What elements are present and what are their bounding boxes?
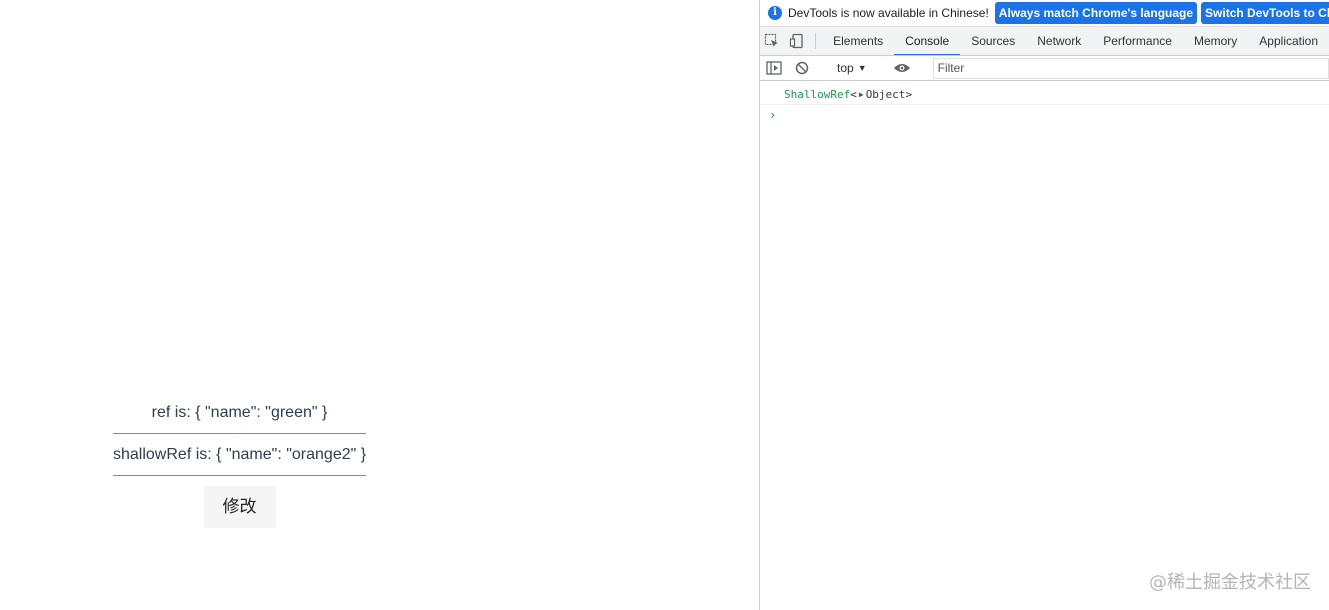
switch-language-button[interactable]: Switch DevTools to Chinese (1201, 2, 1329, 24)
context-selector[interactable]: top ▼ (829, 61, 875, 75)
prompt-chevron-icon: › (769, 108, 777, 122)
watermark: @稀土掘金技术社区 (1149, 572, 1311, 593)
devtools-tabbar: Elements Console Sources Network Perform… (760, 27, 1329, 56)
live-expression-eye-icon[interactable] (888, 56, 916, 81)
console-output: ShallowRef < ▶ Object > › (760, 81, 1329, 125)
tab-application[interactable]: Application (1248, 27, 1329, 55)
edit-button[interactable]: 修改 (203, 486, 276, 528)
log-open-bracket: < (850, 88, 857, 101)
log-object-label: Object (865, 88, 906, 101)
show-sidebar-icon[interactable] (760, 56, 788, 81)
tab-network[interactable]: Network (1026, 27, 1092, 55)
tab-performance[interactable]: Performance (1092, 27, 1183, 55)
dropdown-arrow-icon: ▼ (857, 63, 867, 73)
expand-triangle-icon[interactable]: ▶ (859, 90, 864, 99)
tab-console[interactable]: Console (894, 27, 961, 55)
devtools-panel: i DevTools is now available in Chinese! … (759, 0, 1329, 610)
log-close-bracket: > (905, 88, 913, 101)
info-icon: i (768, 6, 782, 20)
device-toolbar-icon[interactable] (785, 27, 810, 55)
tab-memory[interactable]: Memory (1183, 27, 1248, 55)
clear-console-icon[interactable] (788, 56, 816, 81)
ref-display: ref is: { "name": "green" } (113, 392, 366, 434)
inspect-element-icon[interactable] (760, 27, 785, 55)
context-label: top (837, 61, 854, 75)
tab-elements[interactable]: Elements (822, 27, 894, 55)
app-content: ref is: { "name": "green" } shallowRef i… (113, 392, 366, 528)
always-match-language-button[interactable]: Always match Chrome's language (994, 2, 1198, 24)
infobar-message: DevTools is now available in Chinese! (788, 6, 989, 20)
console-toolbar: top ▼ (760, 56, 1329, 81)
app-page: ref is: { "name": "green" } shallowRef i… (0, 0, 759, 610)
console-log-entry[interactable]: ShallowRef < ▶ Object > (760, 85, 1329, 105)
shallowref-display: shallowRef is: { "name": "orange2" } (113, 434, 366, 476)
language-infobar: i DevTools is now available in Chinese! … (760, 0, 1329, 27)
log-type-name: ShallowRef (784, 88, 851, 101)
tab-sources[interactable]: Sources (960, 27, 1026, 55)
console-prompt[interactable]: › (760, 105, 1329, 125)
console-filter-input[interactable] (932, 57, 1329, 79)
